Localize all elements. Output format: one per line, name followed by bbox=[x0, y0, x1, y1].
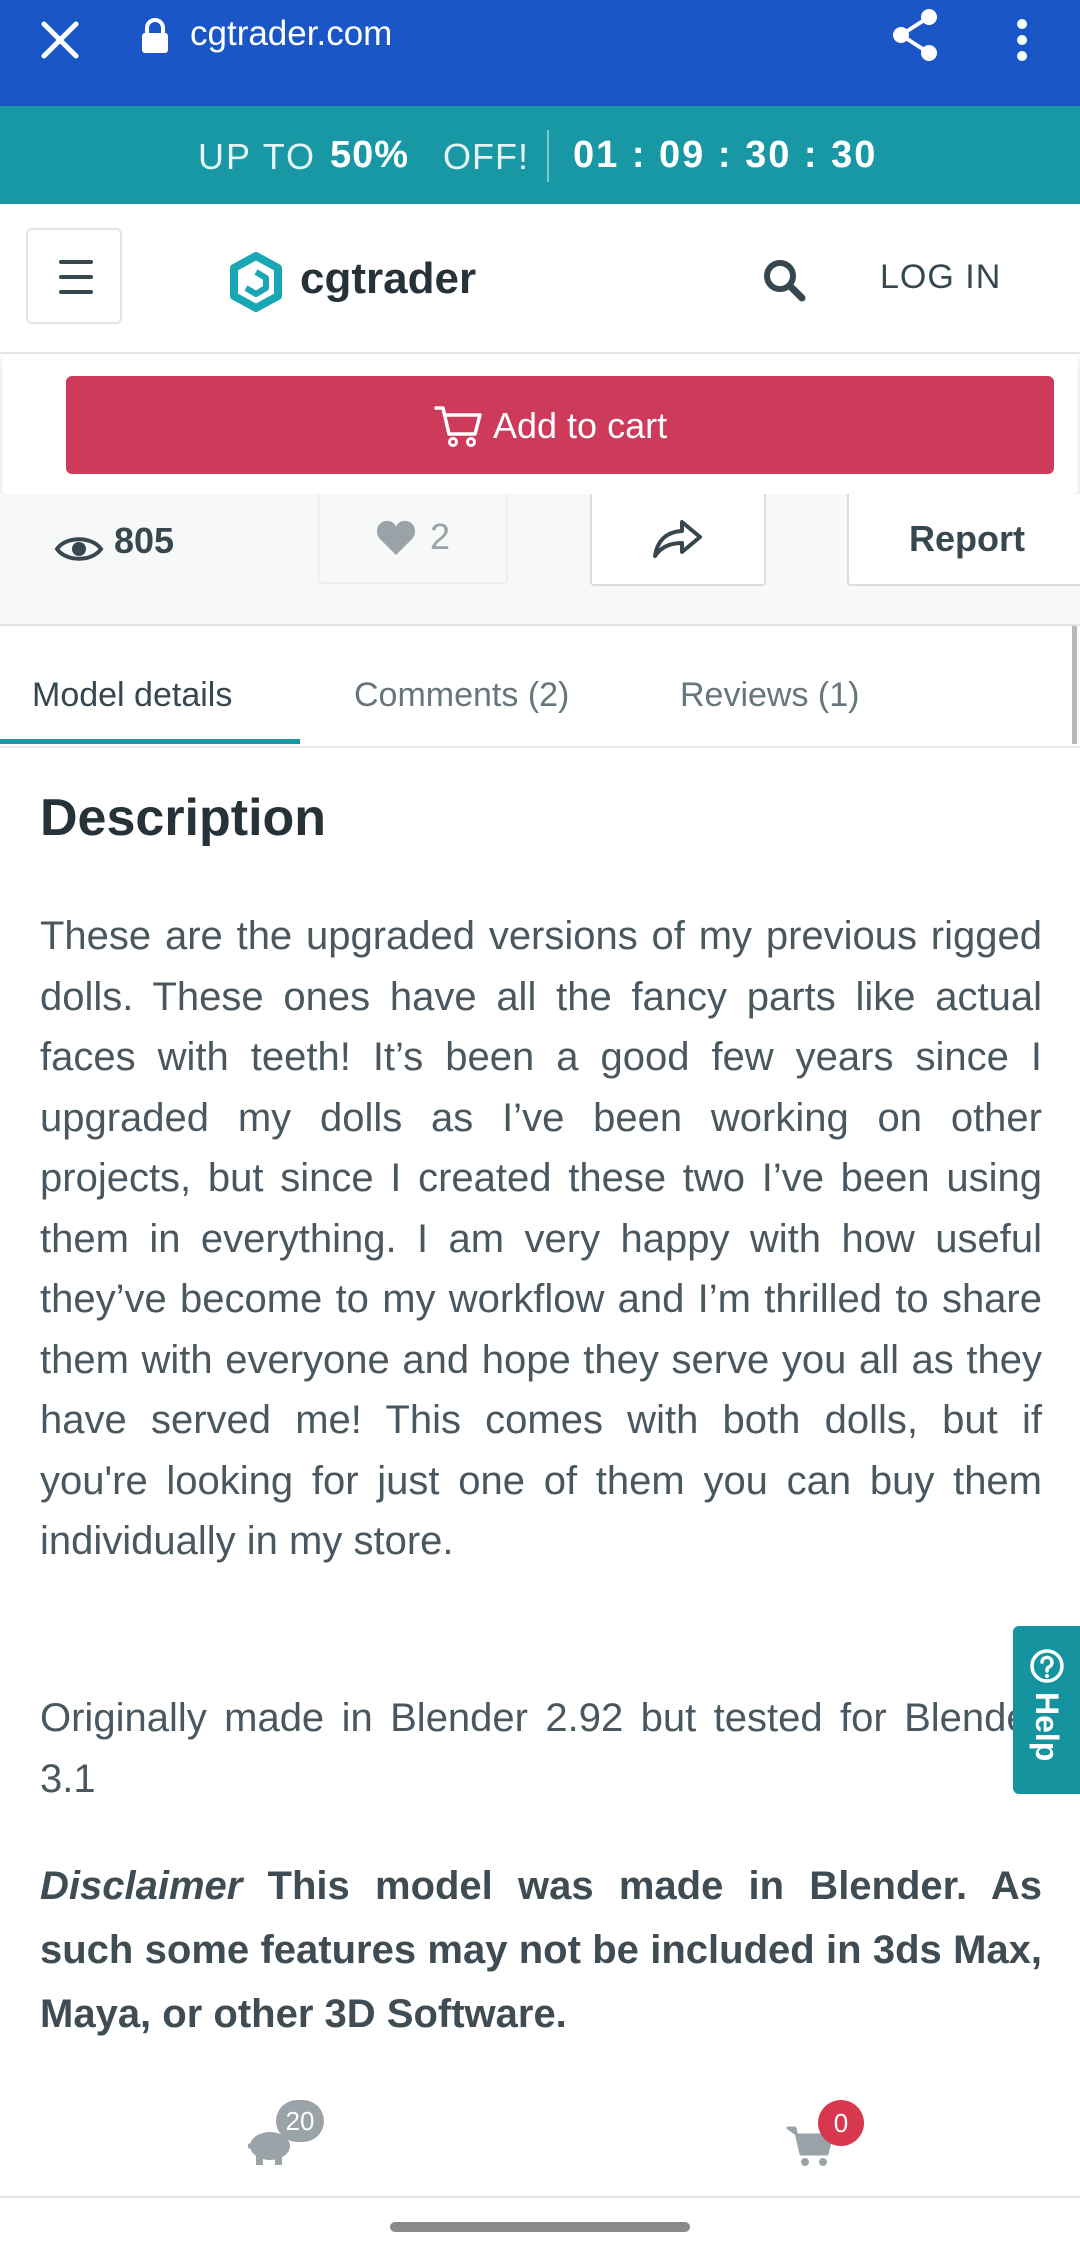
share-arrow-icon bbox=[650, 516, 706, 562]
promo-banner[interactable]: UP TO 50% OFF! 01 : 09 : 30 : 30 bbox=[0, 106, 1080, 204]
eye-icon bbox=[54, 524, 104, 574]
gesture-navigation-bar[interactable] bbox=[390, 2222, 690, 2232]
disclaimer-label: Disclaimer bbox=[40, 1864, 243, 1908]
share-icon[interactable] bbox=[885, 5, 945, 65]
tab-model-details[interactable]: Model details bbox=[32, 676, 232, 715]
hamburger-icon bbox=[59, 260, 93, 264]
likes-count: 2 bbox=[430, 516, 451, 557]
share-button[interactable] bbox=[590, 494, 766, 586]
cart-icon bbox=[434, 404, 484, 448]
tab-comments[interactable]: Comments (2) bbox=[354, 676, 569, 715]
logo-text[interactable]: cgtrader bbox=[300, 254, 476, 304]
piggy-bank-badge: 20 bbox=[276, 2100, 324, 2142]
browser-bar: cgtrader.com bbox=[0, 0, 1080, 106]
description-body: These are the upgraded versions of my pr… bbox=[40, 914, 1042, 1563]
add-to-cart-button[interactable]: Add to cart bbox=[66, 376, 1054, 474]
promo-suffix: OFF! bbox=[443, 136, 529, 177]
help-icon bbox=[1029, 1648, 1065, 1684]
promo-countdown: 01 : 09 : 30 : 30 bbox=[573, 134, 878, 176]
url-text[interactable]: cgtrader.com bbox=[190, 12, 392, 56]
description-note: Originally made in Blender 2.92 but test… bbox=[40, 1696, 1042, 1801]
stats-row: 805 2 Report bbox=[0, 494, 1080, 626]
hamburger-icon-line bbox=[59, 290, 93, 294]
help-button[interactable]: Help bbox=[1013, 1626, 1080, 1794]
tab-reviews[interactable]: Reviews (1) bbox=[680, 676, 859, 715]
search-icon[interactable] bbox=[760, 256, 808, 304]
bottom-action-bar: 20 0 bbox=[0, 2062, 1080, 2198]
lock-icon bbox=[138, 16, 172, 56]
promo-divider bbox=[547, 130, 549, 182]
views-count: 805 bbox=[114, 520, 175, 561]
cgtrader-logo-icon[interactable] bbox=[228, 252, 284, 312]
report-label: Report bbox=[909, 518, 1025, 559]
like-button[interactable]: 2 bbox=[318, 494, 508, 584]
help-label: Help bbox=[1029, 1692, 1065, 1762]
close-icon[interactable] bbox=[28, 8, 92, 72]
active-tab-indicator bbox=[0, 739, 300, 744]
more-vertical-icon[interactable] bbox=[1002, 10, 1042, 70]
add-to-cart-label: Add to cart bbox=[493, 405, 668, 446]
scrollbar-thumb[interactable] bbox=[1072, 626, 1077, 744]
promo-prefix: UP TO bbox=[198, 136, 317, 177]
tab-bar: Model details Comments (2) Reviews (1) bbox=[0, 626, 1080, 748]
description-heading: Description bbox=[40, 789, 327, 847]
cart-count-badge: 0 bbox=[818, 2100, 864, 2146]
site-header: cgtrader LOG IN bbox=[0, 204, 1080, 354]
hamburger-menu-button[interactable] bbox=[26, 228, 122, 324]
heart-icon bbox=[375, 518, 417, 558]
hamburger-icon-line bbox=[59, 275, 93, 279]
disclaimer-text: Disclaimer This model was made in Blende… bbox=[40, 1854, 1042, 2046]
report-button[interactable]: Report bbox=[847, 494, 1080, 586]
promo-percent: 50% bbox=[330, 134, 410, 176]
login-link[interactable]: LOG IN bbox=[880, 258, 1001, 297]
